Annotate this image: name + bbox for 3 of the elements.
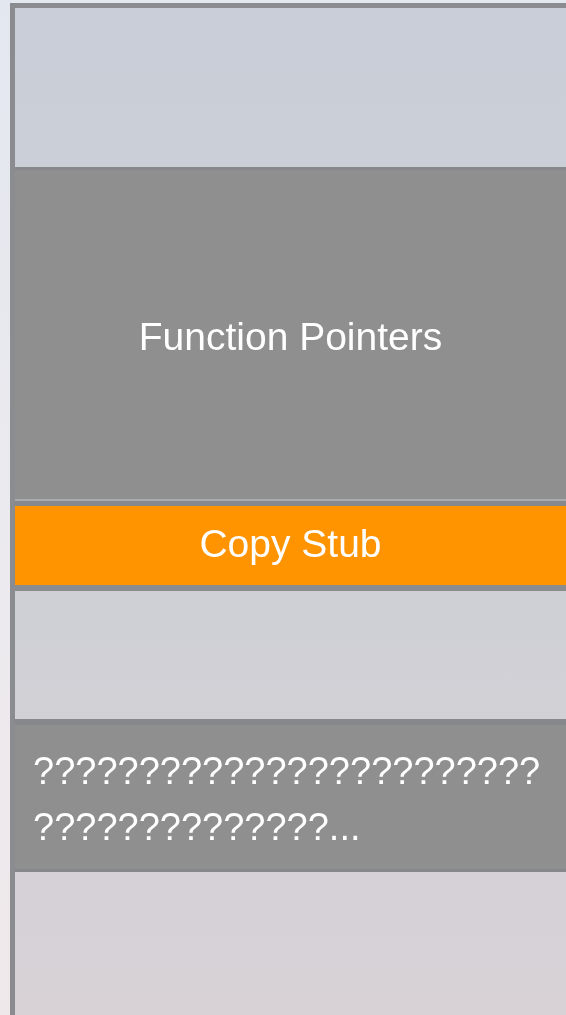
panel-title: Function Pointers bbox=[137, 315, 444, 359]
description-text: ??????????????????????????????????????... bbox=[33, 749, 542, 850]
copy-stub-button[interactable]: Copy Stub bbox=[15, 506, 566, 591]
